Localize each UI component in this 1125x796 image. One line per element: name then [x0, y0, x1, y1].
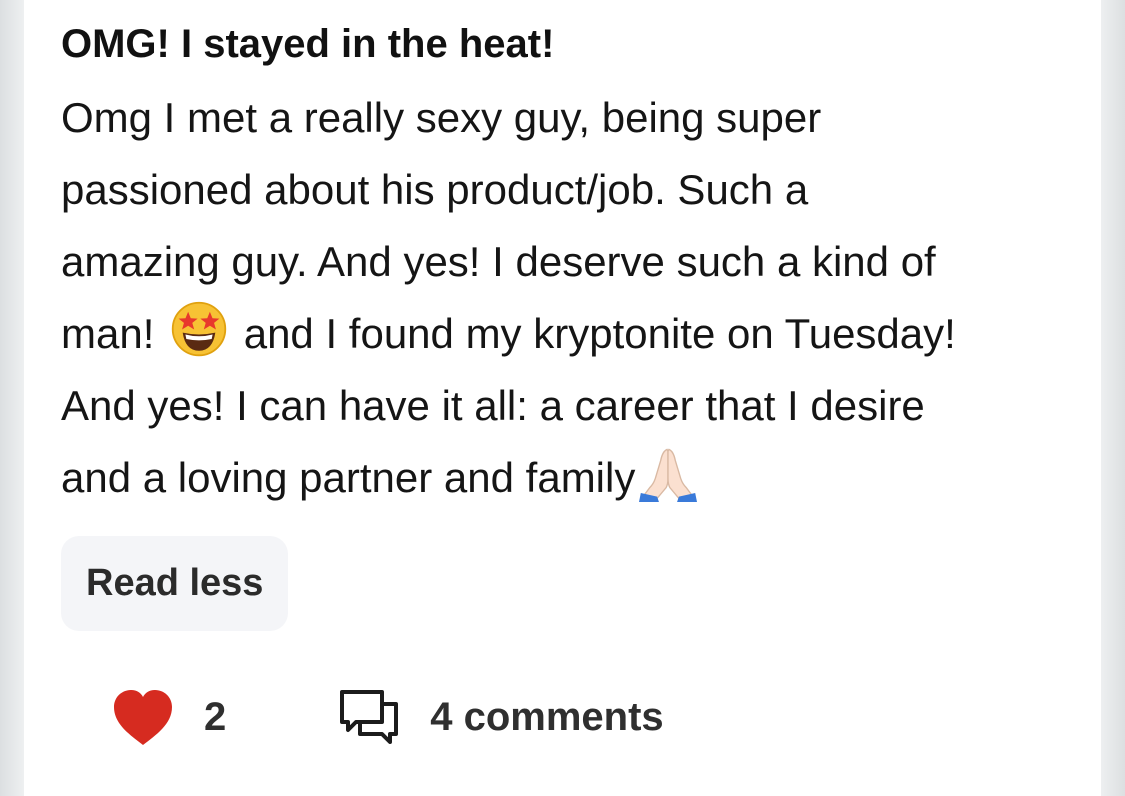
post-body-line: Omg I met a really sexy guy, being super	[61, 94, 822, 141]
post-body-line-with-emoji: man! and I found my kryptonite on Tuesda…	[61, 298, 1071, 370]
screen: OMG! I stayed in the heat! Omg I met a r…	[0, 0, 1125, 796]
comments-button[interactable]: 4 comments	[338, 686, 664, 748]
read-less-button[interactable]: Read less	[61, 536, 289, 631]
post-body: Omg I met a really sexy guy, being super…	[61, 82, 1071, 514]
heart-icon	[114, 690, 172, 745]
post-card: OMG! I stayed in the heat! Omg I met a r…	[24, 0, 1101, 796]
post-title: OMG! I stayed in the heat!	[61, 22, 555, 66]
post-body-text: man!	[61, 310, 155, 357]
comments-icon	[340, 690, 399, 744]
star-struck-emoji-icon	[171, 301, 227, 357]
post-body-text: and a loving partner and family	[61, 454, 636, 501]
post-body-line: amazing guy. And yes! I deserve such a k…	[61, 238, 936, 285]
post-body-line: And yes! I can have it all: a career tha…	[61, 382, 925, 429]
post-body-text: and I found my kryptonite on Tuesday!	[243, 310, 956, 357]
post-body-line: passioned about his product/job. Such a	[61, 166, 809, 213]
post-body-line-with-emoji: and a loving partner and family	[61, 442, 1071, 514]
like-count: 2	[204, 694, 227, 739]
post-actions: 2 4 comments	[110, 682, 664, 752]
like-button[interactable]: 2	[110, 687, 226, 747]
comments-count-label: 4 comments	[430, 694, 664, 739]
folded-hands-emoji-icon	[639, 448, 698, 502]
